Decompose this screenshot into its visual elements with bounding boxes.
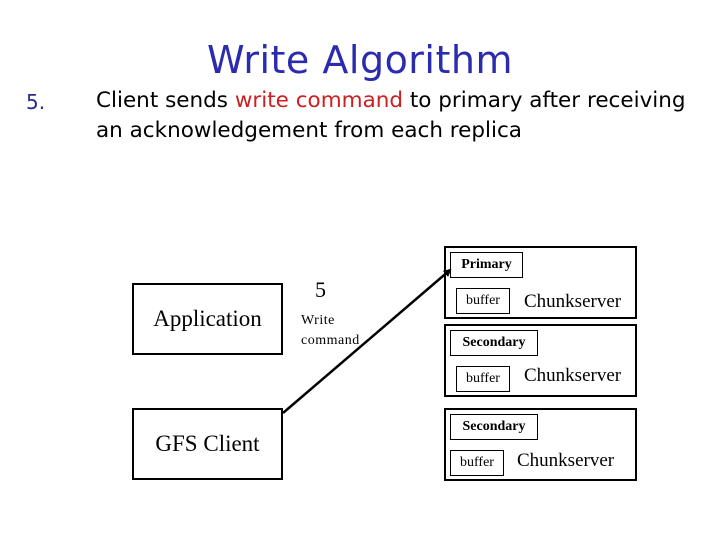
- secondary-2-chunkserver-label: Chunkserver: [517, 450, 615, 471]
- arrow-label-line1: Write: [301, 313, 335, 328]
- arrow-label: Write command: [301, 311, 360, 351]
- secondary-1-label: Secondary: [450, 330, 538, 356]
- gfs-client-label: GFS Client: [155, 431, 260, 456]
- secondary-1-buffer: buffer: [456, 366, 510, 392]
- secondary-2-buffer: buffer: [450, 450, 504, 476]
- secondary-1-chunkserver-label: Chunkserver: [524, 365, 622, 386]
- arrow-label-line2: command: [301, 333, 360, 348]
- gfs-client-box: GFS Client: [132, 408, 283, 480]
- bullet-text: Client sends write command to primary af…: [96, 86, 696, 146]
- primary-label: Primary: [450, 252, 523, 278]
- secondary-2-label: Secondary: [450, 414, 538, 440]
- primary-buffer: buffer: [456, 288, 510, 314]
- bullet-highlight: write command: [234, 88, 404, 113]
- application-box: Application: [132, 283, 283, 355]
- slide-title: Write Algorithm: [206, 38, 513, 82]
- bullet-part1: Client sends: [96, 88, 235, 113]
- arrow-step-number: 5: [315, 277, 326, 302]
- step-number: 5.: [26, 90, 46, 114]
- application-label: Application: [153, 306, 262, 331]
- primary-chunkserver-label: Chunkserver: [524, 291, 622, 312]
